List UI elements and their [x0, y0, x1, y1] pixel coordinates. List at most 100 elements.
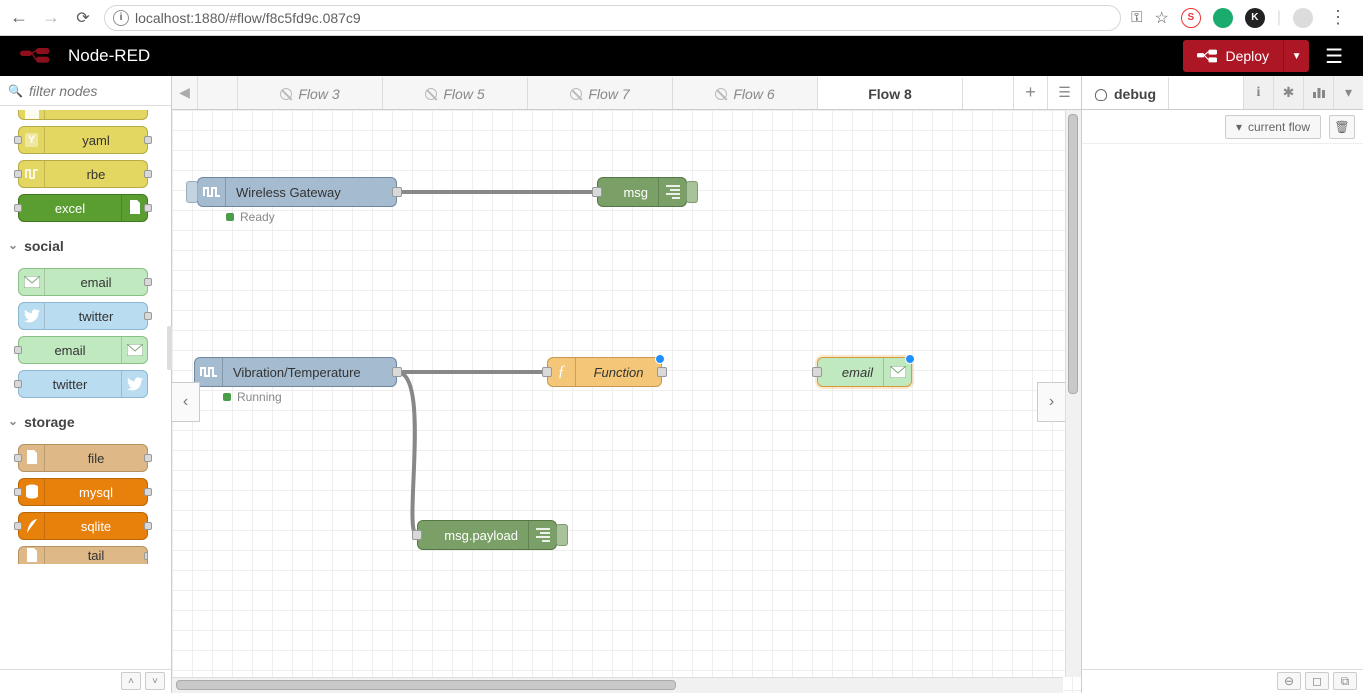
footer-button-2[interactable]: ◻ — [1305, 672, 1329, 690]
envelope-icon — [19, 269, 45, 295]
palette-footer: ˄ ˅ — [0, 669, 171, 693]
logo-icon — [20, 47, 60, 65]
palette-category-social[interactable]: social — [0, 228, 171, 262]
feather-icon — [19, 513, 45, 539]
palette-node-twitter-out[interactable]: twitter — [18, 370, 148, 398]
node-button[interactable] — [686, 181, 698, 203]
twitter-icon — [121, 371, 147, 397]
canvas-nav-left[interactable]: ‹ — [172, 382, 200, 422]
sidebar-tabs: debug i ✱ ▾ — [1082, 76, 1363, 110]
palette-collapse-button[interactable]: ˄ — [121, 672, 141, 690]
profile-avatar[interactable] — [1293, 8, 1313, 28]
palette-node-file[interactable]: file — [18, 444, 148, 472]
site-info-icon[interactable]: i — [113, 10, 129, 26]
workspace: ◀ Flow 3 Flow 5 Flow 7 Flow 6 Flow 8 + ☰ — [172, 76, 1082, 693]
tabs-scroll-left[interactable]: ◀ — [172, 76, 198, 109]
node-msg-payload-debug[interactable]: msg.payload — [417, 520, 557, 550]
node-label: Vibration/Temperature — [223, 365, 396, 380]
extension-icon-1[interactable]: S — [1181, 8, 1201, 28]
palette-node-label: sqlite — [45, 519, 147, 534]
sidebar-menu-button[interactable]: ▾ — [1333, 76, 1363, 109]
node-label: Function — [576, 365, 661, 380]
node-function[interactable]: ƒ Function — [547, 357, 662, 387]
flow-canvas[interactable]: Wireless Gateway Ready msg Vibration/Tem… — [172, 110, 1081, 693]
palette-node-sqlite[interactable]: sqlite — [18, 512, 148, 540]
back-button[interactable]: ← — [8, 7, 30, 29]
deploy-menu-button[interactable]: ▼ — [1283, 40, 1309, 72]
palette-category-storage[interactable]: storage — [0, 404, 171, 438]
palette-node-yaml[interactable]: Y yaml — [18, 126, 148, 154]
node-button[interactable] — [556, 524, 568, 546]
tab-flow-6[interactable]: Flow 6 — [673, 76, 818, 109]
debug-clear-button[interactable]: 🗑 — [1329, 115, 1355, 139]
node-status: Ready — [226, 210, 275, 224]
filter-icon: ▾ — [1236, 120, 1242, 134]
app-header: Node-RED Deploy ▼ ☰ — [0, 36, 1363, 76]
palette-node-twitter-in[interactable]: twitter — [18, 302, 148, 330]
tab-flow-5[interactable]: Flow 5 — [383, 76, 528, 109]
canvas-scrollbar-vertical[interactable] — [1065, 110, 1081, 677]
key-icon[interactable]: ⚿ — [1131, 9, 1142, 26]
disabled-icon — [425, 88, 437, 100]
canvas-scrollbar-horizontal[interactable] — [172, 677, 1063, 693]
palette-node-email-out[interactable]: email — [18, 336, 148, 364]
file-icon — [19, 547, 45, 564]
disabled-icon — [280, 88, 292, 100]
file-icon — [19, 445, 45, 471]
browser-toolbar: ← → ⟳ i localhost:1880/#flow/f8c5fd9c.08… — [0, 0, 1363, 36]
tab-flow-7[interactable]: Flow 7 — [528, 76, 673, 109]
address-bar[interactable]: i localhost:1880/#flow/f8c5fd9c.087c9 — [104, 5, 1121, 31]
deploy-icon — [1197, 49, 1217, 63]
bookmark-icon[interactable]: ☆ — [1155, 8, 1169, 28]
sidebar-tab-debug[interactable]: debug — [1082, 76, 1169, 109]
footer-button-1[interactable]: ⊖ — [1277, 672, 1301, 690]
palette-node-tail[interactable]: tail — [18, 546, 148, 564]
node-palette: 🔍 Y yaml rbe excel — [0, 76, 172, 693]
deploy-label: Deploy — [1225, 48, 1269, 64]
disabled-icon — [715, 88, 727, 100]
sidebar-debug-button[interactable]: ✱ — [1273, 76, 1303, 109]
changed-indicator — [655, 354, 665, 364]
sidebar-info-button[interactable]: i — [1243, 76, 1273, 109]
extension-icon-3[interactable]: K — [1245, 8, 1265, 28]
palette-node-excel[interactable]: excel — [18, 194, 148, 222]
palette-node-rbe[interactable]: rbe — [18, 160, 148, 188]
node-vibration-temperature[interactable]: Vibration/Temperature Running — [194, 357, 397, 387]
palette-node-mysql[interactable]: mysql — [18, 478, 148, 506]
palette-node-label: email — [45, 275, 147, 290]
node-label: msg.payload — [418, 528, 528, 543]
rbe-icon — [19, 161, 45, 187]
sidebar: debug i ✱ ▾ ▾ current flow 🗑 ⊖ ◻ ⧉ — [1082, 76, 1363, 693]
palette-filter: 🔍 — [0, 76, 171, 106]
tab-flow-3[interactable]: Flow 3 — [238, 76, 383, 109]
disabled-icon — [570, 88, 582, 100]
deploy-button[interactable]: Deploy — [1183, 40, 1283, 72]
canvas-nav-right[interactable]: › — [1037, 382, 1065, 422]
palette-expand-button[interactable]: ˅ — [145, 672, 165, 690]
search-icon: 🔍 — [8, 84, 23, 98]
node-button[interactable] — [186, 181, 198, 203]
node-email[interactable]: email — [817, 357, 912, 387]
palette-node-partial[interactable] — [18, 110, 148, 120]
list-flows-button[interactable]: ☰ — [1047, 76, 1081, 109]
reload-button[interactable]: ⟳ — [72, 7, 94, 29]
extension-icon-2[interactable] — [1213, 8, 1233, 28]
flow-tabbar: ◀ Flow 3 Flow 5 Flow 7 Flow 6 Flow 8 + ☰ — [172, 76, 1081, 110]
app-title: Node-RED — [68, 46, 150, 66]
footer-popout-button[interactable]: ⧉ — [1333, 672, 1357, 690]
filter-nodes-input[interactable] — [27, 82, 163, 100]
add-flow-button[interactable]: + — [1013, 76, 1047, 109]
palette-node-label: rbe — [45, 167, 147, 182]
url-text: localhost:1880/#flow/f8c5fd9c.087c9 — [135, 10, 361, 26]
sidebar-footer: ⊖ ◻ ⧉ — [1082, 669, 1363, 693]
node-msg-debug[interactable]: msg — [597, 177, 687, 207]
palette-node-label: tail — [45, 548, 147, 563]
node-wireless-gateway[interactable]: Wireless Gateway Ready — [197, 177, 397, 207]
main-menu-button[interactable]: ☰ — [1325, 44, 1343, 69]
forward-button[interactable]: → — [40, 7, 62, 29]
tab-flow-8[interactable]: Flow 8 — [818, 77, 963, 109]
palette-node-email-in[interactable]: email — [18, 268, 148, 296]
browser-menu-icon[interactable]: ⋮ — [1325, 7, 1351, 28]
sidebar-chart-button[interactable] — [1303, 76, 1333, 109]
debug-filter-button[interactable]: ▾ current flow — [1225, 115, 1321, 139]
